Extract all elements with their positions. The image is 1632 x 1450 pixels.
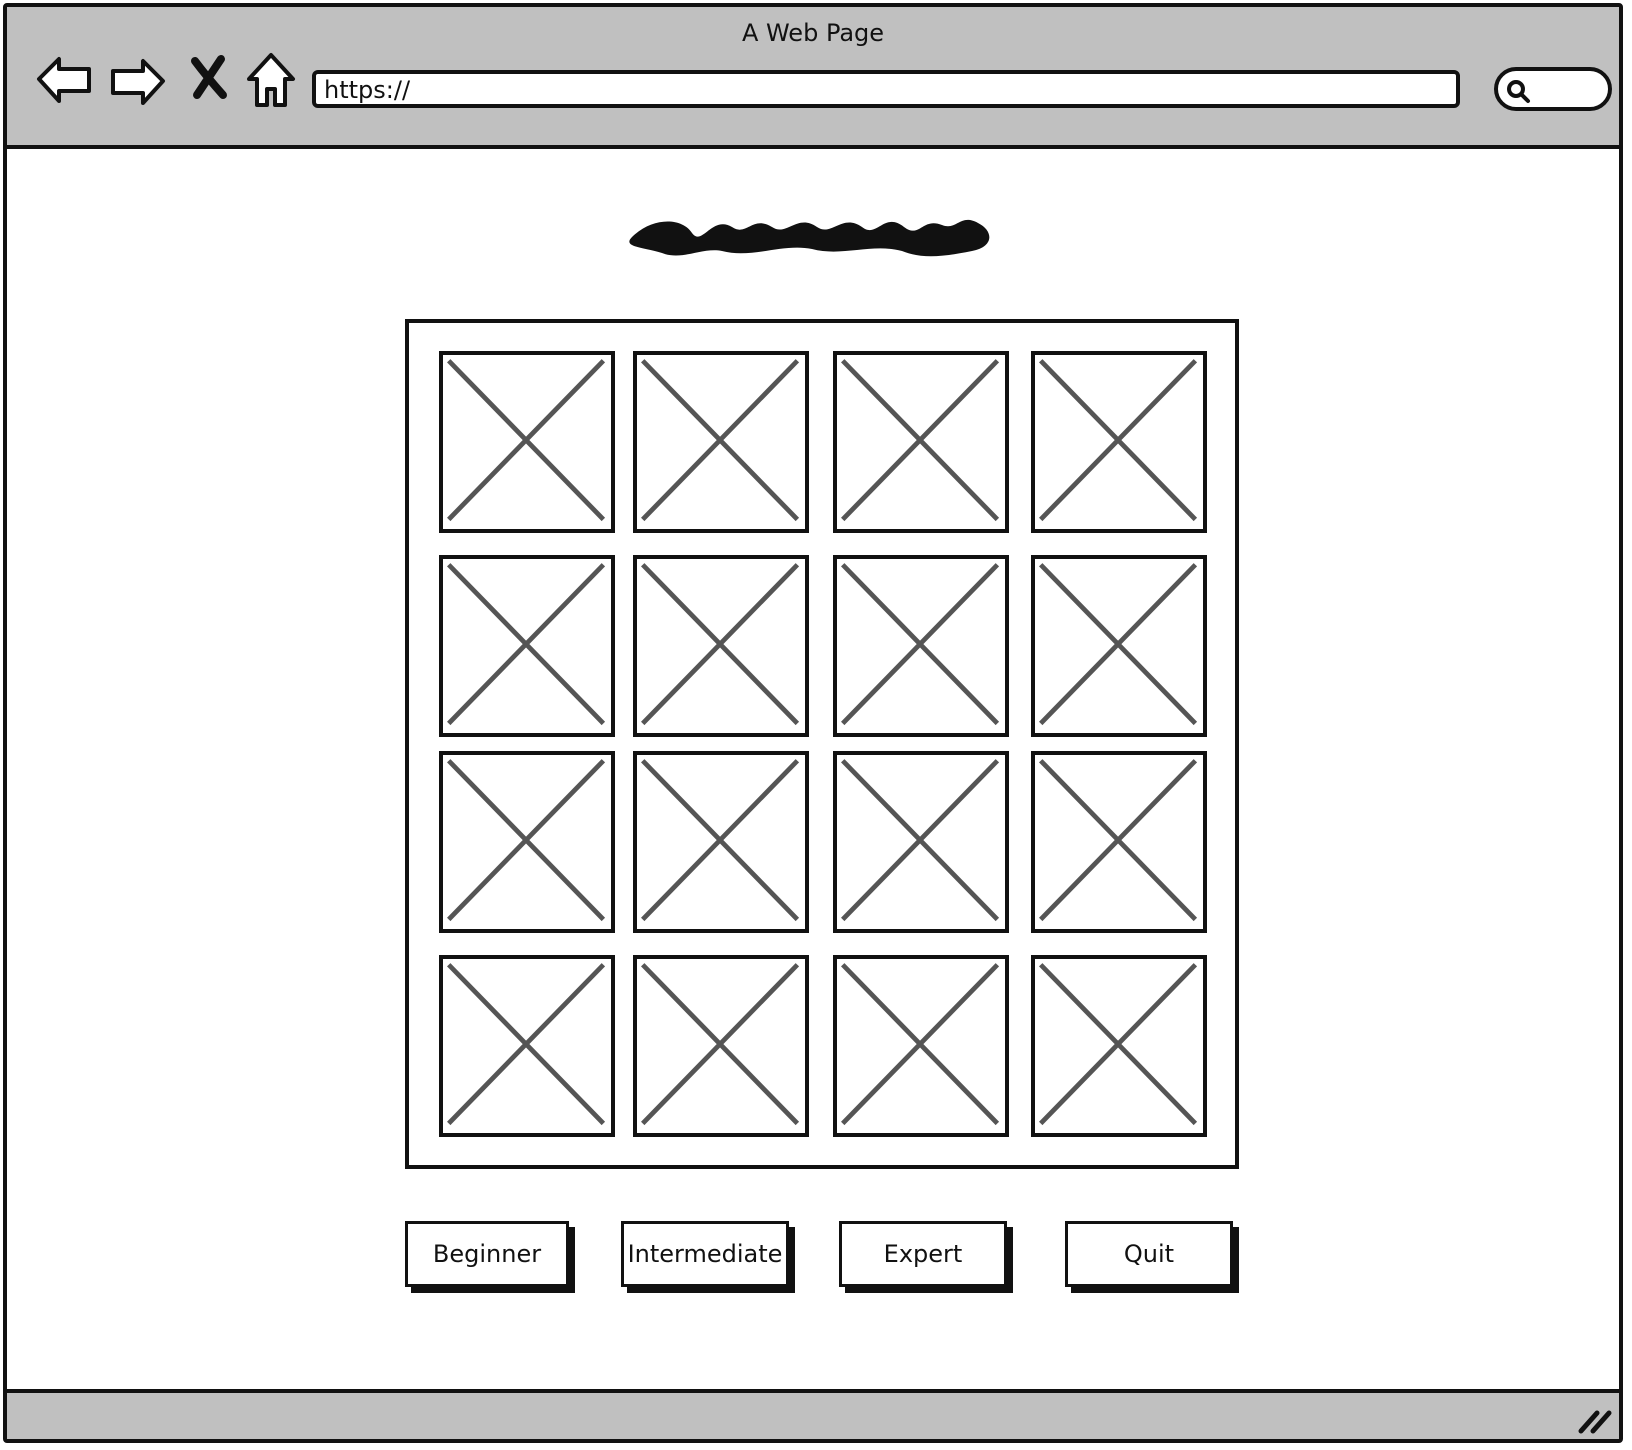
board-tile[interactable] — [439, 955, 615, 1137]
back-arrow-icon[interactable] — [35, 51, 95, 111]
board-tile[interactable] — [439, 351, 615, 533]
board-tile[interactable] — [439, 751, 615, 933]
resize-grip-icon[interactable] — [1575, 1405, 1613, 1435]
browser-toolbar: A Web Page https:// — [7, 7, 1619, 149]
status-bar — [7, 1389, 1619, 1439]
close-icon[interactable] — [187, 51, 247, 111]
board-tile[interactable] — [633, 555, 809, 737]
board-tile[interactable] — [1031, 351, 1207, 533]
search-icon — [1507, 80, 1530, 103]
window-title: A Web Page — [741, 19, 885, 47]
board-tile[interactable] — [833, 555, 1009, 737]
board-tile[interactable] — [1031, 955, 1207, 1137]
board-tile[interactable] — [833, 955, 1009, 1137]
home-icon[interactable] — [243, 51, 303, 111]
intermediate-button[interactable]: Intermediate — [621, 1221, 789, 1287]
board-tile[interactable] — [833, 751, 1009, 933]
heading-scribble — [629, 219, 990, 257]
expert-button[interactable]: Expert — [839, 1221, 1007, 1287]
game-board — [405, 319, 1239, 1169]
board-tile[interactable] — [1031, 751, 1207, 933]
quit-button[interactable]: Quit — [1065, 1221, 1233, 1287]
board-tile[interactable] — [439, 555, 615, 737]
board-tile[interactable] — [633, 955, 809, 1137]
url-input[interactable]: https:// — [312, 70, 1460, 108]
board-tile[interactable] — [633, 751, 809, 933]
browser-window: A Web Page https:// Beginner Intermediat… — [3, 3, 1623, 1443]
beginner-button[interactable]: Beginner — [405, 1221, 569, 1287]
forward-arrow-icon[interactable] — [107, 51, 167, 111]
board-tile[interactable] — [1031, 555, 1207, 737]
board-tile[interactable] — [833, 351, 1009, 533]
board-tile[interactable] — [633, 351, 809, 533]
search-box[interactable] — [1494, 67, 1612, 111]
